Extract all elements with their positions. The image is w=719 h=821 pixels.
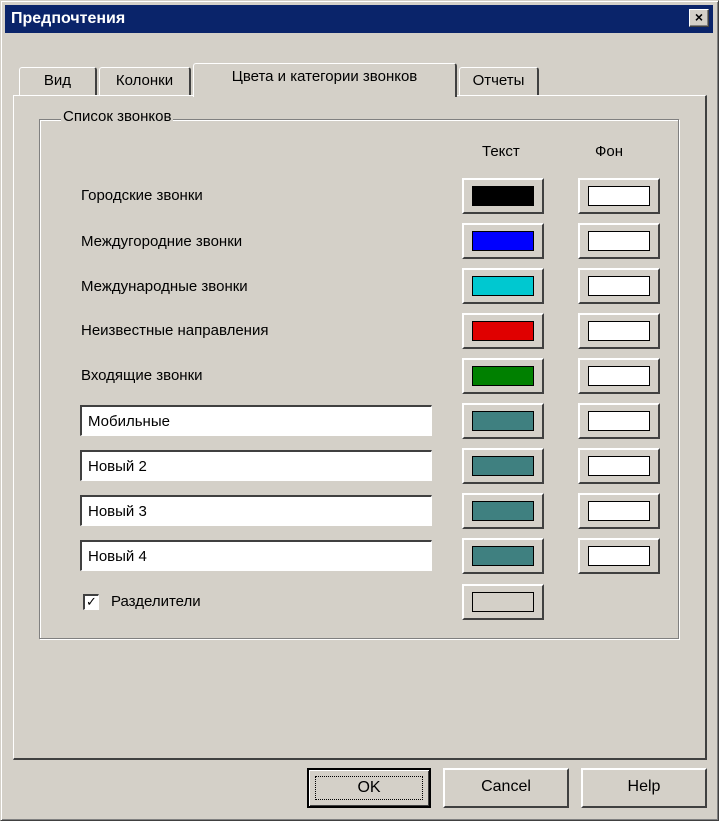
color-swatch <box>472 276 534 296</box>
title-bar[interactable]: Предпочтения × <box>5 5 713 33</box>
color-swatch <box>588 546 650 566</box>
category-name-input-1[interactable] <box>80 405 432 436</box>
text-color-button-long-distance[interactable] <box>462 223 544 259</box>
bg-color-button-long-distance[interactable] <box>578 223 660 259</box>
bg-color-button-custom-1[interactable] <box>578 403 660 439</box>
color-swatch <box>588 456 650 476</box>
color-swatch <box>588 501 650 521</box>
text-color-button-custom-1[interactable] <box>462 403 544 439</box>
bg-color-button-international[interactable] <box>578 268 660 304</box>
row-label-long-distance: Междугородние звонки <box>81 233 243 250</box>
ok-button-label: OK <box>315 776 423 800</box>
separators-checkbox[interactable]: ✓ <box>83 594 99 610</box>
color-swatch <box>588 231 650 251</box>
separators-color-button[interactable] <box>462 584 544 620</box>
close-icon: × <box>694 9 704 25</box>
text-color-button-city[interactable] <box>462 178 544 214</box>
category-name-input-2[interactable] <box>80 450 432 481</box>
text-color-button-international[interactable] <box>462 268 544 304</box>
color-swatch <box>472 592 534 612</box>
text-color-button-custom-2[interactable] <box>462 448 544 484</box>
bg-color-button-custom-4[interactable] <box>578 538 660 574</box>
color-swatch <box>472 501 534 521</box>
window-title: Предпочтения <box>11 10 126 27</box>
color-swatch <box>588 366 650 386</box>
color-swatch <box>588 321 650 341</box>
category-name-input-3[interactable] <box>80 495 432 526</box>
text-color-button-unknown[interactable] <box>462 313 544 349</box>
separators-label: Разделители <box>111 593 201 610</box>
tab-columns[interactable]: Колонки <box>99 67 191 97</box>
color-swatch <box>472 456 534 476</box>
text-color-button-custom-4[interactable] <box>462 538 544 574</box>
row-label-unknown: Неизвестные направления <box>81 322 269 339</box>
row-label-incoming: Входящие звонки <box>81 367 203 384</box>
bg-color-button-unknown[interactable] <box>578 313 660 349</box>
column-header-background: Фон <box>595 143 624 160</box>
color-swatch <box>472 546 534 566</box>
preferences-dialog: Предпочтения × Вид Колонки Цвета и катег… <box>0 0 719 821</box>
row-label-city: Городские звонки <box>81 187 203 204</box>
tab-colors-categories[interactable]: Цвета и категории звонков <box>193 63 457 97</box>
group-title: Список звонков <box>61 108 174 125</box>
color-swatch <box>472 231 534 251</box>
close-button[interactable]: × <box>689 9 709 27</box>
color-swatch <box>472 321 534 341</box>
text-color-button-custom-3[interactable] <box>462 493 544 529</box>
color-swatch <box>472 366 534 386</box>
color-swatch <box>588 186 650 206</box>
checkmark-icon: ✓ <box>86 594 97 609</box>
color-swatch <box>472 411 534 431</box>
row-label-international: Международные звонки <box>81 278 248 295</box>
color-swatch <box>588 276 650 296</box>
ok-button[interactable]: OK <box>307 768 431 808</box>
bg-color-button-incoming[interactable] <box>578 358 660 394</box>
category-name-input-4[interactable] <box>80 540 432 571</box>
help-button[interactable]: Help <box>581 768 707 808</box>
text-color-button-incoming[interactable] <box>462 358 544 394</box>
cancel-button[interactable]: Cancel <box>443 768 569 808</box>
color-swatch <box>472 186 534 206</box>
color-swatch <box>588 411 650 431</box>
bg-color-button-custom-3[interactable] <box>578 493 660 529</box>
bg-color-button-city[interactable] <box>578 178 660 214</box>
column-header-text: Текст <box>482 143 520 160</box>
tab-view[interactable]: Вид <box>19 67 97 97</box>
tab-reports[interactable]: Отчеты <box>459 67 539 97</box>
bg-color-button-custom-2[interactable] <box>578 448 660 484</box>
